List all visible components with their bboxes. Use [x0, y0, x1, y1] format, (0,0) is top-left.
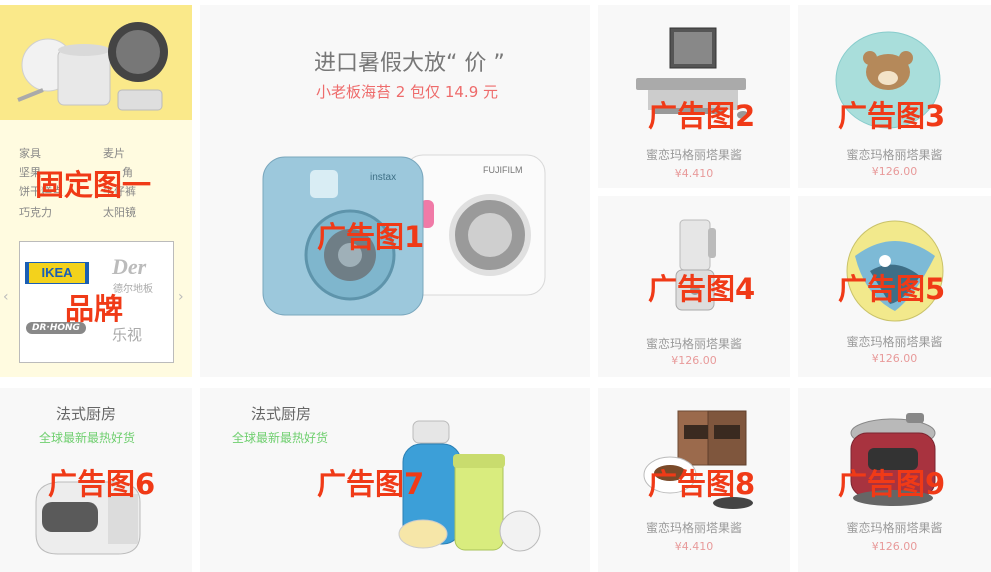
main-banner[interactable]: 进口暑假大放“ 价 ” 小老板海苔 2 包仅 14.9 元 instax FUJ… [200, 5, 590, 377]
product-tile[interactable]: 广告图3 蜜恋玛格丽塔果酱 ¥126.00 [798, 5, 991, 188]
feature-card[interactable]: 法式厨房 全球最新最热好货 广告图7 [200, 388, 590, 572]
product-label: 广告图9 [838, 467, 946, 501]
brand-prev-arrow[interactable]: ‹ [3, 289, 9, 305]
product-name: 蜜恋玛格丽塔果酱 [645, 521, 742, 535]
feature-subtitle: 全球最新最热好货 [232, 431, 329, 445]
product-price: ¥126.00 [871, 165, 918, 178]
brand-box: IKEA Der 德尔地板 DR·HONG 乐视 品牌 [19, 241, 174, 363]
product-name: 蜜恋玛格丽塔果酱 [645, 148, 742, 162]
brand-label: 品牌 [65, 292, 124, 326]
product-label: 广告图8 [648, 467, 756, 501]
product-label: 广告图2 [648, 99, 756, 133]
product-tile[interactable]: 广告图9 蜜恋玛格丽塔果酱 ¥126.00 [798, 388, 991, 572]
product-name: 蜜恋玛格丽塔果酱 [846, 335, 943, 349]
product-price: ¥4.410 [674, 167, 714, 180]
product-label: 广告图5 [838, 272, 946, 306]
feature-subtitle: 全球最新最热好货 [39, 431, 136, 445]
feature-label: 广告图7 [317, 467, 425, 501]
feature-label: 广告图6 [48, 467, 156, 501]
cookware-banner[interactable] [0, 5, 192, 120]
camera-brand-text: instax [370, 172, 396, 183]
category-item[interactable]: 家具 [19, 145, 41, 161]
product-name: 蜜恋玛格丽塔果酱 [846, 148, 943, 162]
product-price: ¥4.410 [674, 540, 714, 553]
fixed-panel-label: 固定图一 [35, 168, 152, 202]
product-name: 蜜恋玛格丽塔果酱 [645, 337, 742, 351]
product-tile[interactable]: 广告图8 蜜恋玛格丽塔果酱 ¥4.410 [598, 388, 790, 572]
cookware-icon [17, 22, 168, 111]
feature-card[interactable]: 法式厨房 全球最新最热好货 广告图6 [0, 388, 192, 572]
product-label: 广告图3 [838, 99, 946, 133]
product-price: ¥126.00 [871, 540, 918, 553]
product-price: ¥126.00 [871, 352, 918, 365]
category-item[interactable]: 太阳镜 [103, 204, 136, 220]
banner-title: 进口暑假大放“ 价 ” [314, 51, 505, 76]
banner-label: 广告图1 [317, 220, 425, 254]
category-item[interactable]: 麦片 [103, 145, 125, 161]
feature-title: 法式厨房 [56, 405, 117, 423]
banner-subtitle: 小老板海苔 2 包仅 14.9 元 [316, 83, 499, 101]
product-name: 蜜恋玛格丽塔果酱 [846, 521, 943, 535]
fixed-panel: 家具 麦片 坚果 角 饼干糕点 牛仔裤 巧克力 太阳镜 固定图一 IKEA De… [0, 5, 192, 377]
product-price: ¥126.00 [671, 354, 717, 367]
product-tile[interactable]: 广告图4 蜜恋玛格丽塔果酱 ¥126.00 [598, 196, 790, 377]
brand-next-arrow[interactable]: › [178, 289, 184, 305]
feature-title: 法式厨房 [251, 405, 312, 423]
product-tile[interactable]: 广告图2 蜜恋玛格丽塔果酱 ¥4.410 [598, 5, 790, 188]
camera-brand-text-2: FUJIFILM [483, 165, 523, 175]
category-item[interactable]: 巧克力 [19, 204, 52, 220]
product-label: 广告图4 [648, 272, 756, 306]
product-tile[interactable]: 广告图5 蜜恋玛格丽塔果酱 ¥126.00 [798, 196, 991, 377]
brand-logo-der[interactable]: Der [112, 254, 146, 280]
brand-name: IKEA [29, 263, 85, 283]
brand-logo-ikea[interactable]: IKEA [25, 262, 89, 284]
